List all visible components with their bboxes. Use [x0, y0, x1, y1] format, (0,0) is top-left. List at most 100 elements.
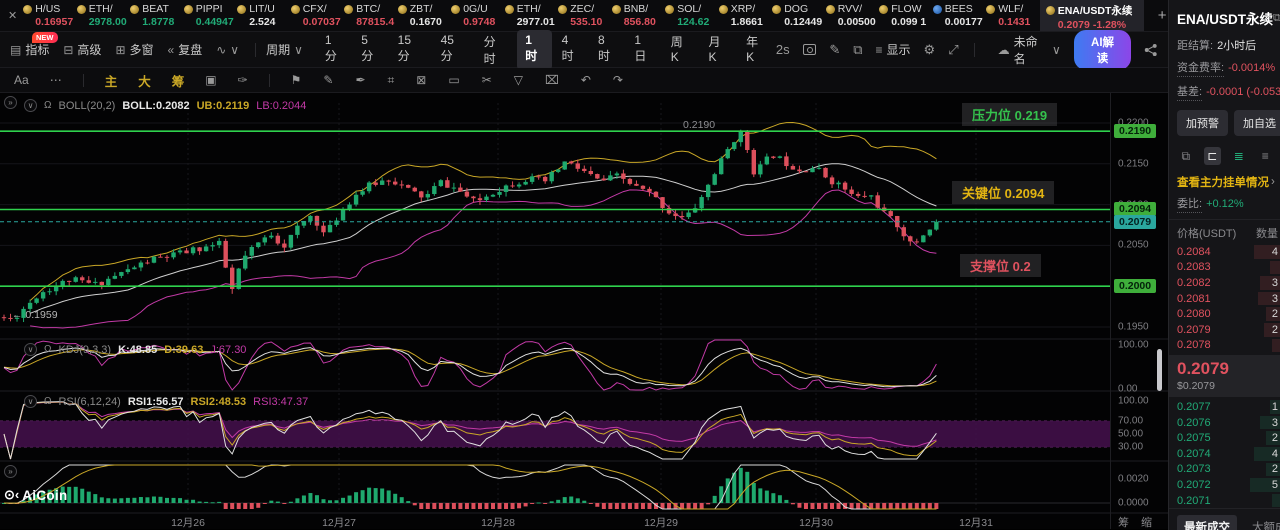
ticker-item[interactable]: H/US0.16957 [23, 0, 77, 31]
trade-tab-最新成交[interactable]: 最新成交 [1177, 515, 1237, 530]
ticker-item[interactable]: ZEC/535.10 [558, 0, 612, 31]
sound-button[interactable]: ∿ ∨ [216, 43, 239, 57]
ticker-item[interactable]: XRP/1.8661 [719, 0, 773, 31]
fullscreen-icon[interactable]: ⤢ [948, 42, 958, 58]
timeframe-1时[interactable]: 1时 [517, 30, 551, 70]
panel-expand-icon[interactable]: » [4, 465, 17, 478]
orderbook-row-bid[interactable]: 0.20752 [1169, 430, 1280, 446]
timeframe-月K[interactable]: 月K [700, 30, 736, 70]
delete-icon[interactable]: ⌧ [545, 73, 559, 88]
corner-tool-筹[interactable]: 筹 [1118, 514, 1129, 530]
orderbook-row-ask[interactable]: 0.2083 [1169, 260, 1280, 276]
timeframe-年K[interactable]: 年K [738, 30, 774, 70]
note-icon[interactable]: ✎ [323, 73, 333, 88]
timeframe-5分[interactable]: 5分 [353, 30, 387, 70]
ticker-item[interactable]: BTC/87815.4 [344, 0, 398, 31]
popout-icon[interactable]: ⧉ [1273, 12, 1280, 25]
filter-icon[interactable]: ▽ [514, 73, 523, 88]
support-annotation[interactable]: 支撑位 0.2 [960, 254, 1041, 277]
timeframe-1分[interactable]: 1分 [317, 30, 351, 70]
key-level-annotation[interactable]: 关键位 0.2094 [952, 181, 1054, 204]
ticker-item[interactable]: SOL/124.62 [665, 0, 719, 31]
price-axis[interactable]: 0.22000.21500.21000.20500.1950100.000.00… [1110, 93, 1168, 529]
collapse-icon[interactable]: ∨ [24, 99, 37, 112]
replay-button[interactable]: « 复盘 [168, 41, 203, 58]
ticker-item[interactable]: ETH/2977.01 [505, 0, 559, 31]
export-icon[interactable]: ⧉ [853, 42, 862, 58]
ticker-item[interactable]: LIT/U2.524 [237, 0, 291, 31]
lock-icon[interactable]: ⊠ [416, 73, 426, 88]
collapse-icon[interactable]: ∨ [24, 343, 37, 356]
brush-icon[interactable]: ✑ [238, 73, 248, 87]
measure-icon[interactable]: ⌗ [388, 73, 395, 88]
ticker-item[interactable]: 0G/U0.9748 [451, 0, 505, 31]
ticker-item[interactable]: PIPPI0.44947 [184, 0, 238, 31]
last-price-block[interactable]: 0.2079 $0.2079 [1169, 355, 1280, 397]
pen-icon[interactable]: ✒ [355, 73, 365, 88]
display-button[interactable]: ≡ 显示 [876, 41, 911, 58]
alert-bell-icon[interactable]: Ω [44, 396, 51, 407]
ticker-item[interactable]: WLF/0.1431 [986, 0, 1040, 31]
textbox-icon[interactable]: ▭ [448, 73, 459, 88]
layout-name-dropdown[interactable]: ☁ 未命名 ∨ [998, 33, 1061, 67]
period-dropdown[interactable]: 周期 ∨ [266, 41, 303, 58]
orderbook-row-bid[interactable]: 0.20771 [1169, 399, 1280, 415]
alert-bell-icon[interactable]: Ω [44, 100, 51, 111]
orderbook-row-bid[interactable]: 0.20763 [1169, 415, 1280, 431]
orderbook-row-bid[interactable]: 0.20732 [1169, 462, 1280, 478]
orderbook-row-ask[interactable]: 0.20813 [1169, 291, 1280, 307]
main-orders-link[interactable]: 查看主力挂单情况 › [1169, 170, 1280, 192]
panel-expand-icon[interactable]: » [4, 96, 17, 109]
trade-tab-大额成交[interactable]: 大额成交 [1245, 515, 1280, 530]
alert-bell-icon[interactable]: Ω [44, 344, 51, 355]
multiwindow-button[interactable]: ⊞ 多窗 [115, 41, 153, 58]
chart-mode-大[interactable]: 大 [138, 71, 151, 90]
orderbook-panel-icon[interactable]: ⧉ [1177, 147, 1195, 165]
orderbook-row-ask[interactable]: 0.20844 [1169, 244, 1280, 260]
redo-icon[interactable]: ↷ [613, 73, 623, 88]
font-button[interactable]: Aa [14, 73, 29, 87]
ai-analysis-button[interactable]: AI解读 [1074, 30, 1132, 70]
timeframe-周K[interactable]: 周K [663, 30, 699, 70]
orderbook-row-ask[interactable]: 0.2078 [1169, 338, 1280, 354]
ticker-item[interactable]: DOG0.12449 [772, 0, 826, 31]
attach-icon[interactable]: ✂ [482, 73, 492, 88]
list-panel-icon[interactable]: ≡ [1257, 147, 1275, 165]
ticker-item[interactable]: CFX/0.07037 [291, 0, 345, 31]
orderbook-row-bid[interactable]: 0.20744 [1169, 446, 1280, 462]
timeframe-8时[interactable]: 8时 [590, 30, 624, 70]
axis-scrollbar[interactable] [1157, 349, 1162, 391]
add-symbol-button[interactable]: + [1144, 7, 1168, 24]
edit-kline-icon[interactable]: ▣ [205, 73, 216, 87]
ticker-item[interactable]: FLOW0.099 1 [879, 0, 933, 31]
timeframe-15分[interactable]: 15分 [390, 30, 431, 70]
orderbook-row-ask[interactable]: 0.20802 [1169, 306, 1280, 322]
time-axis[interactable]: 12月2612月2712月2812月2912月3012月31 [0, 513, 1110, 529]
share-icon[interactable] [1144, 43, 1158, 57]
undo-icon[interactable]: ↶ [581, 73, 591, 88]
orderbook-row-bid[interactable]: 0.2071 [1169, 493, 1280, 509]
chart-mode-主[interactable]: 主 [105, 71, 118, 90]
speed-label[interactable]: 2s [776, 42, 790, 57]
chart-mode-筹[interactable]: 筹 [172, 71, 185, 90]
more-button[interactable]: ⋯ [50, 73, 62, 87]
chart-region[interactable]: » » ∨ Ω BOLL(20,2) BOLL:0.2082 UB:0.2119… [0, 93, 1168, 529]
ticker-item[interactable]: RVV/0.00500 [826, 0, 880, 31]
resistance-annotation[interactable]: 压力位 0.219 [962, 103, 1057, 126]
flag-icon[interactable]: ⚑ [291, 73, 302, 88]
ticker-item[interactable]: BEES0.00177 [933, 0, 987, 31]
ticker-item[interactable]: BNB/856.80 [612, 0, 666, 31]
add-watchlist-button[interactable]: 加自选 [1234, 110, 1280, 136]
ticker-item[interactable]: ZBT/0.1670 [398, 0, 452, 31]
ticker-item[interactable]: BEAT1.8778 [130, 0, 184, 31]
grouped-list-icon[interactable]: ≣ [1230, 147, 1248, 165]
orderbook-row-ask[interactable]: 0.20823 [1169, 275, 1280, 291]
ticker-item[interactable]: ETH/2978.00 [77, 0, 131, 31]
timeframe-1日[interactable]: 1日 [626, 30, 660, 70]
add-alert-button[interactable]: 加预警 [1177, 110, 1228, 136]
camera-icon[interactable] [803, 44, 817, 55]
timeframe-分时[interactable]: 分时 [476, 30, 516, 70]
gear-icon[interactable]: ⚙ [924, 42, 936, 58]
edit-icon[interactable]: ✎ [829, 42, 840, 58]
orderbook-row-ask[interactable]: 0.20792 [1169, 322, 1280, 338]
